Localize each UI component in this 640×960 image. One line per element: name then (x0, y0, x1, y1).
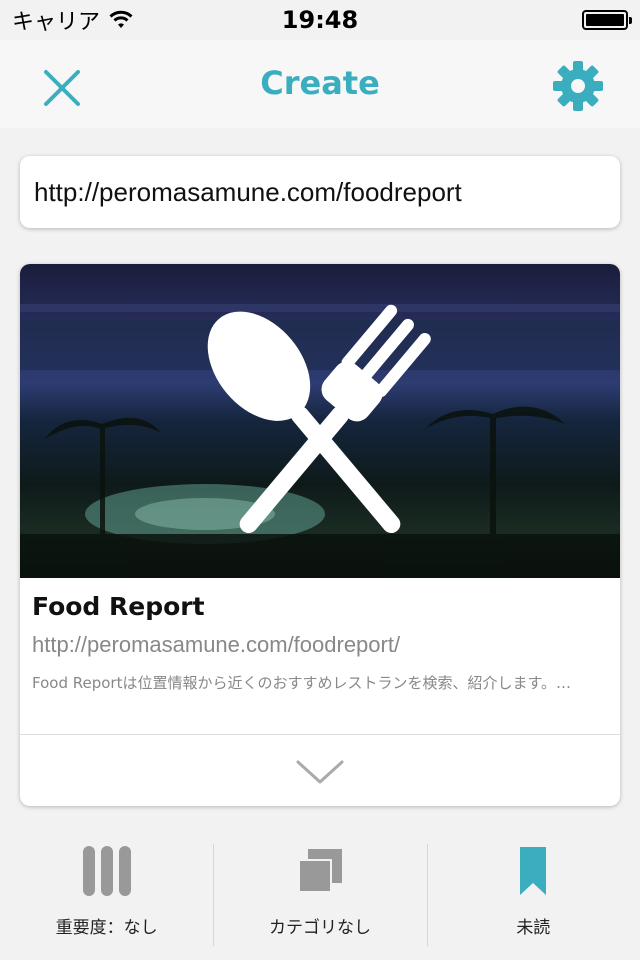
battery-icon (582, 10, 632, 30)
card-title: Food Report (32, 592, 205, 621)
wifi-icon (109, 10, 133, 28)
page-title: Create (260, 64, 380, 102)
importance-label: 重要度：なし (55, 918, 158, 938)
chevron-down-icon[interactable] (290, 754, 350, 790)
unread-label: 未読 (516, 918, 551, 938)
unread-button[interactable]: 未読 (426, 830, 640, 960)
bottom-toolbar: 重要度：なし カテゴリなし 未読 (0, 830, 640, 960)
card-divider (20, 734, 620, 735)
url-field[interactable] (20, 156, 620, 228)
importance-bars-icon (82, 843, 131, 899)
nav-bar: Create (0, 40, 640, 128)
card-url[interactable]: http://peromasamune.com/foodreport/ (32, 632, 400, 658)
importance-button[interactable]: 重要度：なし (0, 830, 213, 960)
category-label: カテゴリなし (268, 918, 371, 938)
category-button[interactable]: カテゴリなし (213, 830, 426, 960)
category-squares-icon (297, 843, 342, 899)
bookmark-icon (520, 843, 547, 899)
url-input[interactable] (32, 175, 608, 209)
preview-scene (20, 304, 620, 578)
preview-image (20, 264, 620, 578)
gear-icon[interactable] (552, 60, 604, 112)
carrier-label: キャリア (12, 10, 101, 35)
status-bar: キャリア 19:48 (0, 0, 640, 40)
card-description: Food Reportは位置情報から近くのおすすめレストランを検索、紹介します。… (32, 674, 571, 692)
status-left: キャリア (12, 4, 134, 36)
link-preview-card: Food Report http://peromasamune.com/food… (20, 264, 620, 806)
